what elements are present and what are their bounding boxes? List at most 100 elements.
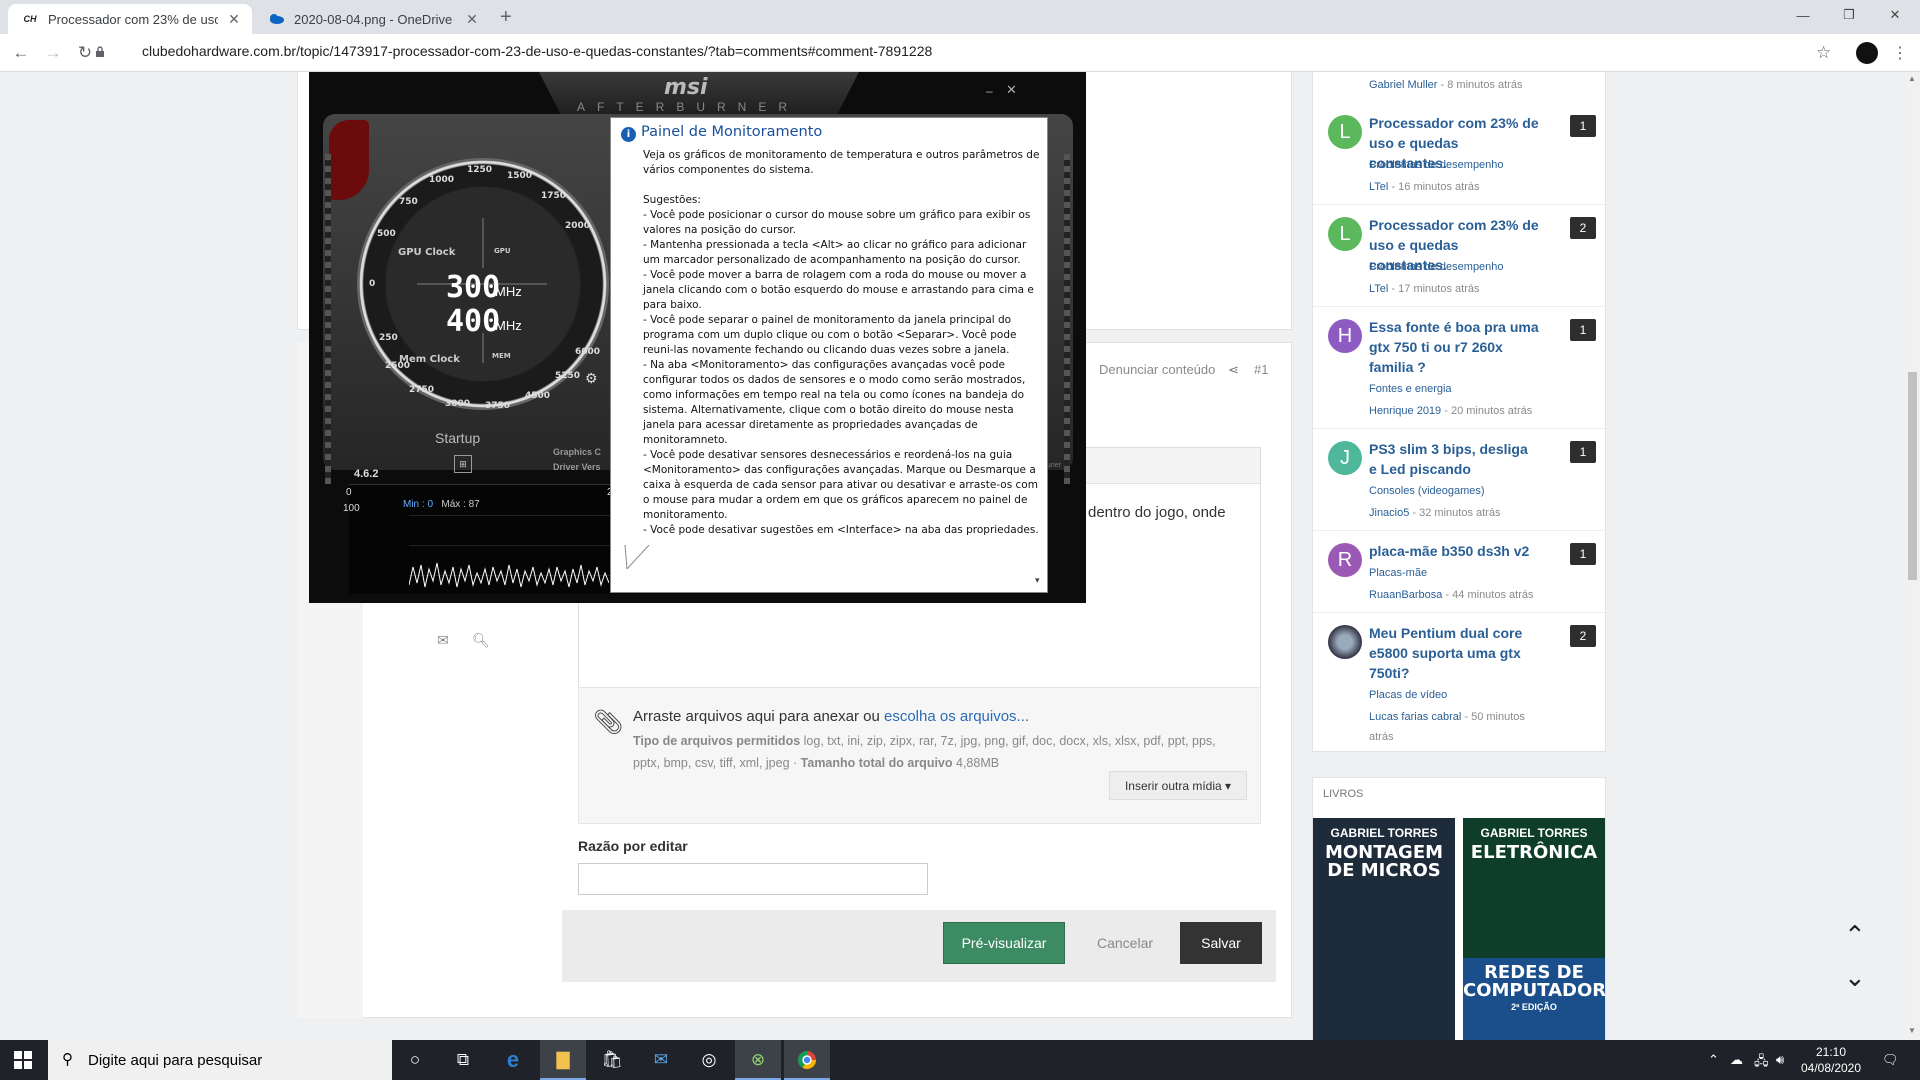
gauge-tick-label: 2750 <box>409 385 434 395</box>
book-montagem-de-micros[interactable]: GABRIEL TORRES MONTAGEM DE MICROS <box>1313 818 1455 1040</box>
bookmark-star-icon[interactable]: ☆ <box>1816 43 1831 63</box>
report-content-link[interactable]: Denunciar conteúdo <box>1099 362 1215 377</box>
new-tab-button[interactable]: + <box>500 6 512 29</box>
notifications-icon[interactable]: 🗨︎ <box>1882 1052 1899 1068</box>
back-arrow-icon[interactable]: ← <box>10 42 32 64</box>
windows-start-icon[interactable] <box>14 1051 32 1069</box>
list-item[interactable]: H Essa fonte é boa pra uma gtx 750 ti ou… <box>1313 307 1605 429</box>
book-eletronica[interactable]: GABRIEL TORRES ELETRÔNICA <box>1463 818 1605 958</box>
restore-window-icon[interactable]: ❐ <box>1826 0 1872 30</box>
minimize-window-icon[interactable]: — <box>1780 0 1826 30</box>
tab-title: Processador com 23% de uso e q <box>48 11 218 27</box>
topic-category[interactable]: Placas de vídeo <box>1369 689 1447 701</box>
onedrive-tray-icon[interactable]: ☁ <box>1730 1052 1743 1068</box>
steam-icon[interactable]: ◎ <box>686 1040 732 1080</box>
topic-category[interactable]: Placas-mãe <box>1369 567 1427 579</box>
settings-gear-icon[interactable]: ⚙ <box>585 370 598 387</box>
xbox-afterburner-icon[interactable]: ⊗ <box>735 1040 781 1080</box>
file-explorer-icon[interactable]: ▇ <box>540 1040 586 1080</box>
search-placeholder: Digite aqui para pesquisar <box>88 1052 263 1069</box>
gauge-tick-label: 3750 <box>485 401 510 410</box>
mail-icon[interactable]: ✉ <box>638 1040 684 1080</box>
topic-title[interactable]: Meu Pentium dual core e5800 suporta uma … <box>1369 623 1539 683</box>
reply-count-badge: 1 <box>1570 319 1596 341</box>
cortana-icon[interactable]: ○ <box>392 1040 438 1080</box>
list-item[interactable]: J PS3 slim 3 bips, desliga e Led piscand… <box>1313 429 1605 531</box>
reply-count-badge: 1 <box>1570 441 1596 463</box>
topic-title[interactable]: placa-mãe b350 ds3h v2 <box>1369 541 1539 561</box>
reason-input[interactable] <box>578 863 928 895</box>
graph-axis-bottom: 100 <box>343 503 360 514</box>
task-view-icon[interactable]: ⧉ <box>440 1040 486 1080</box>
top-meta: Gabriel Muller - 8 minutos atrás <box>1369 79 1523 91</box>
mem-clock-unit: MHz <box>495 318 522 333</box>
attachment-area[interactable]: 📎︎ Arraste arquivos aqui para anexar ou … <box>578 687 1261 824</box>
topic-meta: Lucas farias cabral - 50 minutos atrás <box>1369 711 1525 743</box>
scrollbar-thumb[interactable] <box>1908 372 1917 580</box>
book-author: GABRIEL TORRES <box>1480 826 1588 840</box>
topic-meta: LTel - 16 minutos atrás <box>1369 181 1480 193</box>
topic-title[interactable]: PS3 slim 3 bips, desliga e Led piscando <box>1369 439 1539 479</box>
onedrive-icon <box>268 11 284 27</box>
topic-category[interactable]: Problemas de desempenho <box>1369 159 1504 171</box>
gauge-tick-label: 0 <box>369 279 375 289</box>
close-icon[interactable]: ✕ <box>464 11 480 28</box>
post-number[interactable]: #1 <box>1254 362 1268 377</box>
cancel-button[interactable]: Cancelar <box>1085 922 1165 964</box>
topic-category[interactable]: Problemas de desempenho <box>1369 261 1504 273</box>
list-item[interactable]: Meu Pentium dual core e5800 suporta uma … <box>1313 613 1605 751</box>
book-redes-de-computadores[interactable]: REDES DE COMPUTADORES 2ª EDIÇÃO <box>1463 958 1605 1040</box>
tab-onedrive[interactable]: 2020-08-04.png - OneDrive ✕ <box>254 4 490 34</box>
list-item[interactable]: R placa-mãe b350 ds3h v2 Placas-mãe Ruaa… <box>1313 531 1605 613</box>
insert-media-button[interactable]: Inserir outra mídia ▾ <box>1109 771 1247 800</box>
editor-content[interactable]: dentro do jogo, onde <box>1088 504 1226 521</box>
topic-category[interactable]: Fontes e energia <box>1369 383 1452 395</box>
clube-hardware-favicon-icon: CH <box>23 14 37 24</box>
list-item[interactable]: L Processador com 23% de uso e quedas co… <box>1313 103 1605 205</box>
network-icon[interactable]: 🖧︎ <box>1754 1052 1769 1074</box>
share-icon[interactable]: ⋖ <box>1228 362 1239 378</box>
forward-arrow-icon[interactable]: → <box>42 42 64 64</box>
reason-label: Razão por editar <box>578 838 688 854</box>
store-icon[interactable]: 🛍︎ <box>589 1040 635 1080</box>
scroll-down-chevron-icon[interactable]: ⌄ <box>1844 962 1866 993</box>
save-button[interactable]: Salvar <box>1180 922 1262 964</box>
list-item[interactable]: L Processador com 23% de uso e quedas co… <box>1313 205 1605 307</box>
menu-kebab-icon[interactable]: ⋮ <box>1892 43 1908 63</box>
scroll-up-chevron-icon[interactable]: ⌃ <box>1844 920 1866 951</box>
close-icon[interactable]: ✕ <box>226 11 242 28</box>
windows-taskbar: ⚲ Digite aqui para pesquisar ○ ⧉ e ▇ 🛍︎ … <box>0 1040 1920 1080</box>
chrome-icon[interactable] <box>784 1040 830 1080</box>
search-icon[interactable]: 🔍︎ <box>472 632 490 649</box>
show-hidden-icons-chevron-icon[interactable]: ⌃ <box>1708 1052 1719 1068</box>
profile-avatar[interactable] <box>1856 42 1878 64</box>
choose-files-link[interactable]: escolha os arquivos... <box>884 708 1029 725</box>
books-box: LIVROS GABRIEL TORRES MONTAGEM DE MICROS… <box>1312 777 1606 1040</box>
preview-button[interactable]: Pré-visualizar <box>943 922 1065 964</box>
topic-category[interactable]: Consoles (videogames) <box>1369 485 1485 497</box>
url-text[interactable]: clubedohardware.com.br/topic/1473917-pro… <box>142 43 932 59</box>
tab-clube-hardware[interactable]: CH Processador com 23% de uso e q ✕ <box>8 4 252 34</box>
tooltip-scroll-down-icon[interactable]: ▾ <box>1035 576 1045 590</box>
topic-meta: LTel - 17 minutos atrás <box>1369 283 1480 295</box>
afterburner-wordmark: AFTERBURNER <box>577 100 800 114</box>
page-scrollbar[interactable]: ▲ ▼ <box>1905 72 1920 1040</box>
drop-text: Arraste arquivos aqui para anexar ou esc… <box>633 708 1030 725</box>
avatar: R <box>1328 543 1362 577</box>
monitoring-tooltip: i Painel de Monitoramento Veja os gráfic… <box>610 117 1048 593</box>
minimize-icon[interactable]: – <box>986 84 993 98</box>
volume-icon[interactable]: 🔊︎ <box>1776 1052 1784 1068</box>
edge-icon[interactable]: e <box>490 1040 536 1080</box>
envelope-icon[interactable]: ✉ <box>437 632 449 649</box>
topic-title[interactable]: Essa fonte é boa pra uma gtx 750 ti ou r… <box>1369 317 1539 377</box>
graphics-card-label: Graphics C Driver Vers <box>553 445 601 475</box>
reload-icon[interactable]: ↻ <box>74 42 96 64</box>
graphics-card-text: Graphics C <box>553 447 602 457</box>
tooltip-body: Veja os gráficos de monitoramento de tem… <box>643 149 1040 536</box>
taskbar-search[interactable]: ⚲ Digite aqui para pesquisar <box>48 1040 392 1080</box>
close-icon[interactable]: ✕ <box>1006 82 1017 98</box>
close-window-icon[interactable]: ✕ <box>1872 0 1918 30</box>
taskbar-clock[interactable]: 21:10 04/08/2020 <box>1796 1044 1866 1076</box>
book-edition: 2ª EDIÇÃO <box>1511 1002 1557 1012</box>
windows-startup-icon[interactable]: ⊞ <box>454 455 472 473</box>
